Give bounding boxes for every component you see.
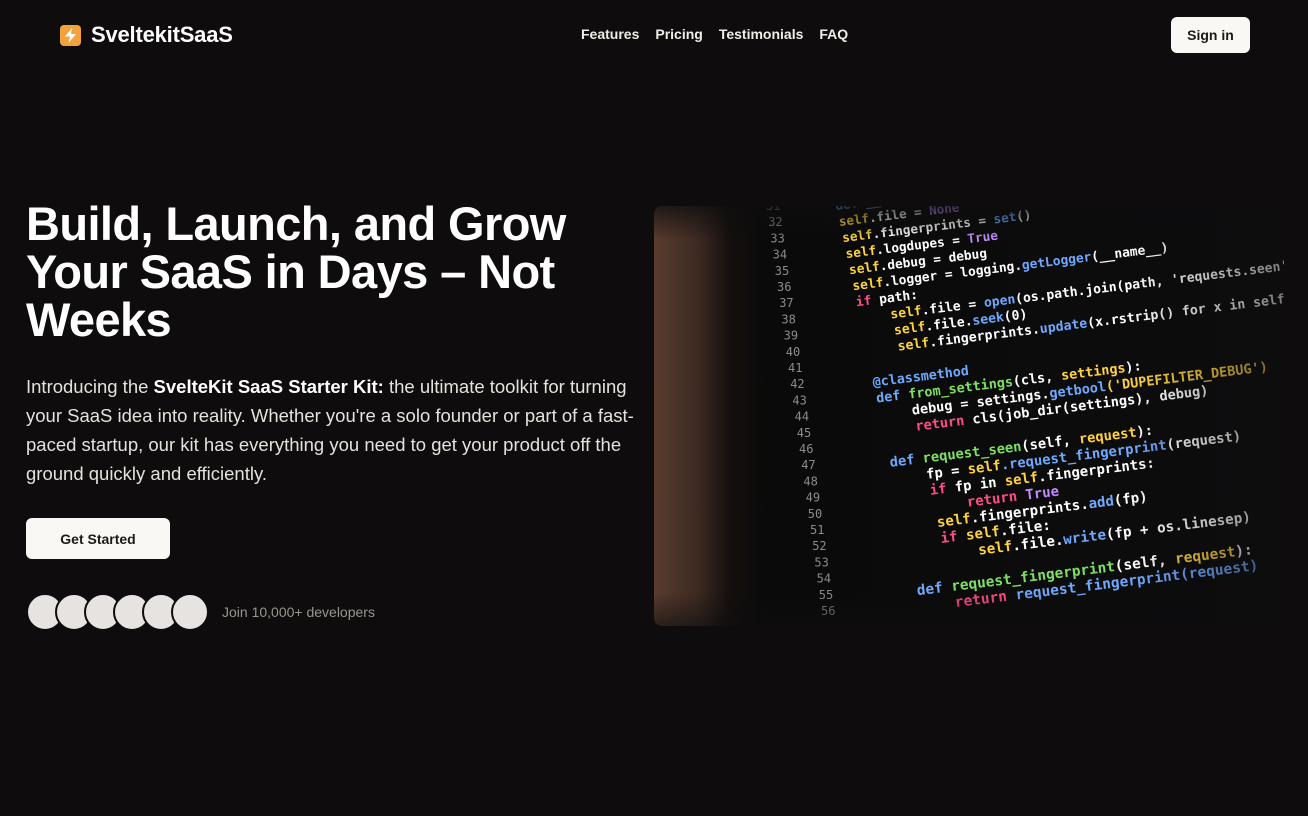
hero-description-intro: Introducing the	[26, 376, 154, 397]
nav-link-testimonials[interactable]: Testimonials	[719, 26, 804, 42]
social-proof-text: Join 10,000+ developers	[222, 604, 375, 620]
hero-description-product: SvelteKit SaaS Starter Kit:	[153, 376, 384, 397]
get-started-button[interactable]: Get Started	[26, 518, 170, 559]
nav-link-pricing[interactable]: Pricing	[655, 26, 702, 42]
nav-link-faq[interactable]: FAQ	[819, 26, 848, 42]
hero-code-image: 31def __init__(self, path=None, debug=Fa…	[654, 206, 1284, 626]
lightning-icon	[60, 24, 81, 46]
code-screenshot: 31def __init__(self, path=None, debug=Fa…	[654, 206, 1284, 626]
nav-link-features[interactable]: Features	[581, 26, 639, 42]
main-nav: Features Pricing Testimonials FAQ	[581, 26, 848, 42]
site-header: SveltekitSaaS Features Pricing Testimoni…	[0, 0, 1308, 70]
brand-name: SveltekitSaaS	[91, 22, 233, 47]
avatar	[171, 593, 209, 631]
hero-description: Introducing the SvelteKit SaaS Starter K…	[26, 372, 656, 488]
hero-title: Build, Launch, and Grow Your SaaS in Day…	[26, 197, 566, 346]
landing-page: SveltekitSaaS Features Pricing Testimoni…	[0, 0, 1308, 816]
sign-in-button[interactable]: Sign in	[1171, 17, 1250, 53]
social-proof: Join 10,000+ developers	[26, 593, 375, 631]
avatar-stack	[26, 593, 210, 631]
brand-logo[interactable]: SveltekitSaaS	[60, 22, 233, 48]
